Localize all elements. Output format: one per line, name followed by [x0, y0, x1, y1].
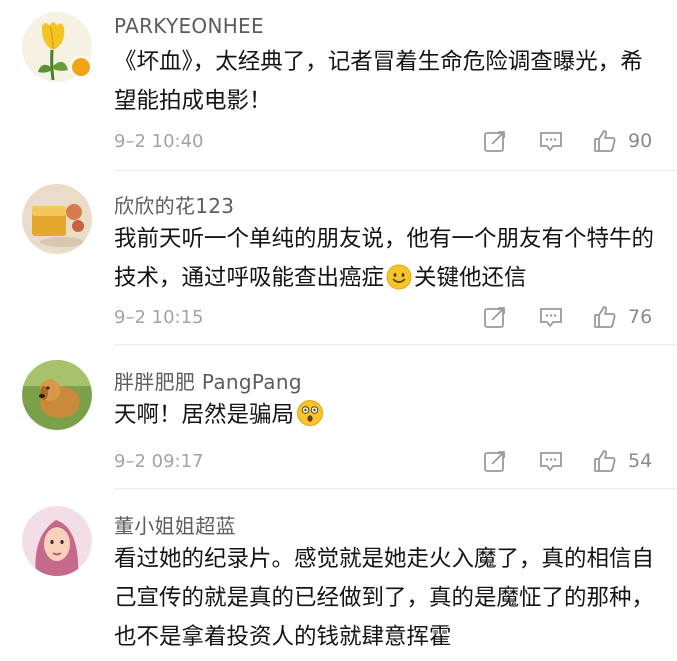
- username[interactable]: 董小姐姐超蓝: [114, 510, 236, 539]
- username[interactable]: PARKYEONHEE: [114, 14, 264, 38]
- divider: [114, 344, 677, 345]
- avatar[interactable]: [22, 360, 92, 430]
- timestamp: 9–2 10:40: [114, 131, 204, 152]
- share-edit-icon[interactable]: [482, 448, 508, 474]
- thumbs-up-icon[interactable]: [592, 448, 618, 474]
- comment-icon[interactable]: [538, 128, 564, 154]
- comment-text-part: 我前天听一个单纯的朋友说，他有一个朋友有个特牛的技术，通过呼吸能查出癌症: [114, 226, 655, 291]
- share-edit-icon[interactable]: [482, 128, 508, 154]
- shocked-emoji-icon: [297, 400, 324, 426]
- username[interactable]: 欣欣的花123: [114, 190, 234, 219]
- comment-text: 《坏血》，太经典了，记者冒着生命危险调查曝光，希望能拍成电影！: [114, 49, 643, 114]
- timestamp: 9–2 09:17: [114, 451, 204, 472]
- thumbs-up-icon[interactable]: [592, 304, 618, 330]
- thumbs-up-icon[interactable]: [592, 128, 618, 154]
- avatar[interactable]: [22, 506, 92, 576]
- comment-meta: 9–2 09:17 54: [114, 448, 659, 478]
- comment-icon[interactable]: [538, 448, 564, 474]
- timestamp: 9–2 10:15: [114, 307, 204, 328]
- like-count: 76: [628, 306, 653, 328]
- comment-text-part: 关键他还信: [414, 265, 527, 291]
- comment-icon[interactable]: [538, 304, 564, 330]
- avatar[interactable]: [22, 184, 92, 254]
- comment-text: 我前天听一个单纯的朋友说，他有一个朋友有个特牛的技术，通过呼吸能查出癌症 关键他…: [114, 220, 654, 298]
- comment-meta: 9–2 10:40 90: [114, 128, 659, 158]
- comment-text-part: 天啊！居然是骗局: [114, 402, 295, 428]
- comment-meta: 9–2 10:15 76: [114, 304, 659, 334]
- comment-text: 看过她的纪录片。感觉就是她走火入魔了，真的相信自己宣传的就是真的已经做到了，真的…: [114, 546, 655, 650]
- like-count: 54: [628, 450, 653, 472]
- divider: [114, 170, 677, 171]
- verified-badge-icon: [70, 56, 92, 78]
- comment-text: 天啊！居然是骗局: [114, 396, 654, 435]
- like-count: 90: [628, 130, 653, 152]
- share-edit-icon[interactable]: [482, 304, 508, 330]
- username[interactable]: 胖胖肥肥 PangPang: [114, 366, 302, 395]
- smile-emoji-icon: [386, 264, 412, 290]
- divider: [114, 488, 677, 489]
